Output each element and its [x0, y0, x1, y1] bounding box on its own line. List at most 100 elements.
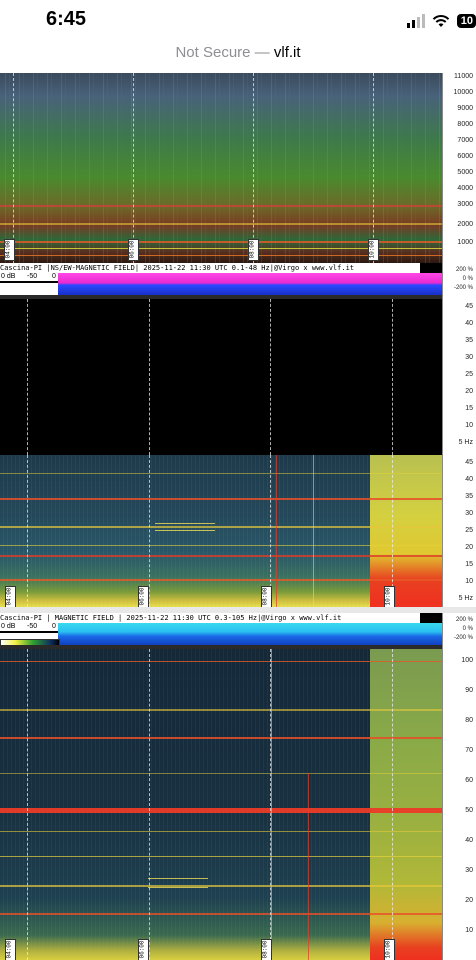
scale-tick-label: 35 [465, 337, 473, 344]
signal-line [0, 913, 442, 915]
scale-tick-label: 20 [465, 388, 473, 395]
time-gridline [133, 73, 134, 263]
time-gridline [27, 649, 28, 960]
time-label: 06:00 [128, 239, 139, 261]
time-gridline [392, 455, 393, 607]
time-gridline [392, 299, 393, 455]
time-label: 04:00 [5, 939, 16, 960]
scale-tick-label: 7000 [457, 137, 473, 144]
scale-tick-label: -200 % [453, 635, 473, 641]
scale-tick-label: 10000 [453, 89, 473, 96]
status-icons: 10 [406, 12, 476, 30]
panel-a-header: Cascina-PI |NS/EW-MAGNETIC FIELD| 2025-1… [0, 263, 420, 273]
scale-tick-label: 40 [465, 320, 473, 327]
colorbar-labels: 0 dB -50 0 [0, 623, 58, 631]
scale-tick-label: 30 [465, 867, 473, 874]
scale-tick-label: 40 [465, 476, 473, 483]
signal-line [0, 526, 442, 528]
time-label: 08:00 [261, 939, 272, 960]
signal-line [0, 473, 442, 474]
scale-tick-label: 6000 [457, 153, 473, 160]
scale-tick-label: 4000 [457, 185, 473, 192]
colorbar-labels: 0 dB -50 0 [0, 273, 58, 281]
panel-a-title: Cascina-PI |NS/EW-MAGNETIC FIELD| 2025-1… [0, 264, 355, 272]
signal-line [308, 773, 309, 960]
scale-tick-label: 0 % [462, 276, 473, 282]
time-label: 04:00 [5, 586, 16, 608]
time-label: 04:00 [4, 239, 15, 261]
scale-tick-label: 5 Hz [458, 439, 473, 446]
time-gridline [270, 649, 271, 960]
scale-tick-label: 60 [465, 777, 473, 784]
scale-tick-label: 5 Hz [458, 595, 473, 602]
scale-tick-label: 100 [461, 657, 473, 664]
time-gridline [270, 455, 271, 607]
signal-line [0, 661, 442, 662]
cellular-signal-icon [406, 14, 425, 28]
scale-tick-label: 45 [465, 303, 473, 310]
time-label: 06:00 [138, 586, 149, 608]
signal-line [0, 205, 442, 207]
time-gridline [253, 73, 254, 263]
scale-tick-label: 15 [465, 561, 473, 568]
scale-tick-label: 25 [465, 371, 473, 378]
time-gridline [149, 299, 150, 455]
clock: 6:45 [46, 8, 87, 30]
time-gridline [149, 649, 150, 960]
scale-tick-label: 3000 [457, 201, 473, 208]
scale-tick-label: 35 [465, 493, 473, 500]
signal-line [0, 555, 442, 557]
amplitude-scale-a: 200 % 0 % -200 % [442, 263, 476, 299]
frequency-scale-a: 45 40 35 30 25 20 15 10 5 Hz [442, 455, 476, 607]
scale-tick-label: 45 [465, 459, 473, 466]
time-label: 08:00 [261, 586, 272, 608]
scale-tick-label: -200 % [453, 285, 473, 291]
frequency-scale-b: 100 90 80 70 60 50 40 30 20 10 [442, 649, 476, 960]
url-display[interactable]: Not Secure — vlf.it [0, 44, 476, 61]
web-content[interactable]: 04:00 06:00 08:00 10:00 11000 10000 9000… [0, 73, 476, 960]
scale-tick-label: 10 [465, 578, 473, 585]
time-label: 10:00 [384, 586, 395, 608]
scale-tick-label: 70 [465, 747, 473, 754]
time-gridline [392, 649, 393, 960]
time-gridline [27, 299, 28, 455]
signal-line [0, 737, 442, 739]
signal-line [0, 773, 442, 774]
scale-tick-label: 200 % [455, 267, 473, 273]
scale-tick-label: 9000 [457, 105, 473, 112]
vlf-spectrogram-top [0, 73, 442, 263]
signal-line [0, 223, 442, 225]
scale-tick-label: 30 [465, 510, 473, 517]
scale-tick-label: 50 [465, 807, 473, 814]
time-gridline [373, 73, 374, 263]
time-gridline [270, 299, 271, 455]
frequency-scale-a-dark: 45 40 35 30 25 20 15 10 5 Hz [442, 299, 476, 455]
panel-a-plot-dark [0, 299, 442, 455]
time-gridline [27, 455, 28, 607]
domain-label: vlf.it [273, 44, 301, 61]
amplitude-strip [58, 623, 443, 645]
bright-zone [370, 455, 442, 607]
scale-tick-label: 90 [465, 687, 473, 694]
signal-line [0, 579, 442, 581]
amplitude-scale-b: 200 % 0 % -200 % [442, 613, 476, 649]
scale-tick-label: 20 [465, 544, 473, 551]
wifi-icon [432, 15, 449, 27]
panel-b-title: Cascina-PI | MAGNETIC FIELD | 2025-11-22… [0, 614, 342, 622]
frequency-scale-top: 11000 10000 9000 8000 7000 6000 5000 400… [442, 73, 476, 263]
battery-indicator: 10 [456, 14, 476, 28]
scale-tick-label: 10 [465, 927, 473, 934]
scale-tick-label: 5000 [457, 169, 473, 176]
scale-tick-label: 15 [465, 405, 473, 412]
time-label: 06:00 [138, 939, 149, 960]
browser-url-bar[interactable]: Not Secure — vlf.it [0, 40, 476, 74]
signal-line [0, 856, 442, 857]
panel-b-header: Cascina-PI | MAGNETIC FIELD | 2025-11-22… [0, 613, 420, 623]
time-label: 10:00 [384, 939, 395, 960]
signal-line [0, 545, 442, 546]
signal-line [271, 649, 272, 960]
time-label: 08:00 [248, 239, 259, 261]
signal-line [0, 709, 442, 711]
time-gridline [13, 73, 14, 263]
scale-tick-label: 1000 [457, 239, 473, 246]
